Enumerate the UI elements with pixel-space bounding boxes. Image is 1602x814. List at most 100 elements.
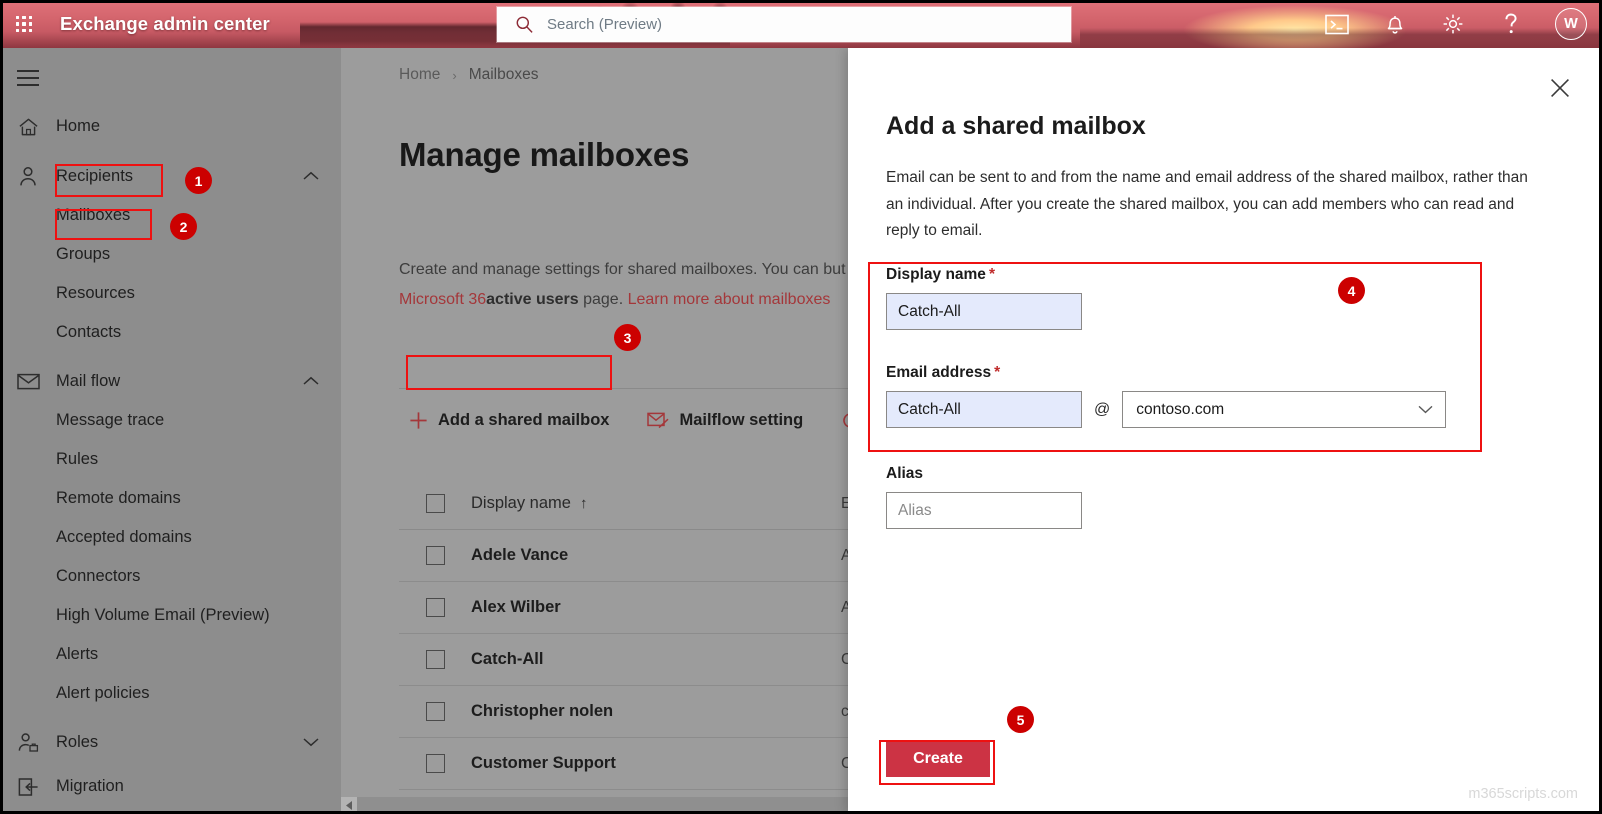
help-icon: [1505, 13, 1517, 34]
search-input[interactable]: [547, 16, 1027, 33]
select-all-checkbox[interactable]: [399, 494, 471, 513]
person-icon: [0, 166, 56, 187]
toolbar-label: Add a shared mailbox: [438, 410, 610, 429]
horizontal-scrollbar[interactable]: [341, 797, 848, 814]
user-menu-button[interactable]: W: [1540, 0, 1602, 48]
command-toolbar: Add a shared mailbox Mailflow setting: [399, 400, 917, 440]
sidebar-item-label: Remote domains: [56, 489, 181, 507]
envelope-icon: [0, 373, 56, 390]
display-name-input[interactable]: Catch-All: [886, 293, 1082, 330]
at-symbol: @: [1094, 400, 1111, 418]
panel-title: Add a shared mailbox: [886, 112, 1146, 140]
sidebar-item-roles[interactable]: Roles: [0, 723, 341, 762]
nav-toggle-button[interactable]: [0, 56, 56, 100]
alias-input[interactable]: Alias: [886, 492, 1082, 529]
checkbox-box: [425, 494, 445, 513]
suite-header-bar: Exchange admin center Search (Preview) W: [0, 0, 1602, 48]
sidebar-item-label: Migration: [56, 777, 124, 795]
sidebar-item-label: High Volume Email (Preview): [56, 606, 270, 624]
sidebar-item-label: Connectors: [56, 567, 141, 585]
row-checkbox[interactable]: [399, 650, 471, 669]
sidebar-item-remote-domains[interactable]: Remote domains: [0, 479, 341, 518]
sidebar-item-label: Roles: [56, 733, 99, 751]
sidebar-item-alert-policies[interactable]: Alert policies: [0, 674, 341, 713]
console-icon: [1325, 14, 1349, 34]
annotation-badge-5: 5: [1007, 706, 1034, 733]
desc-part-3: page.: [578, 291, 628, 308]
row-checkbox[interactable]: [399, 754, 471, 773]
sidebar-item-label: Mail flow: [56, 372, 121, 390]
help-button[interactable]: [1482, 0, 1540, 48]
create-button[interactable]: Create: [886, 740, 990, 777]
column-header-label: Display name: [471, 494, 571, 512]
mailflow-icon: [647, 411, 669, 429]
sidebar-item-label: Alerts: [56, 645, 99, 663]
learn-more-link[interactable]: Learn more about mailboxes: [628, 291, 831, 308]
checkbox-box: [425, 598, 445, 617]
notifications-button[interactable]: [1366, 0, 1424, 48]
plus-icon: [409, 411, 428, 430]
add-shared-mailbox-button[interactable]: Add a shared mailbox: [399, 401, 623, 439]
global-search[interactable]: [497, 7, 1071, 42]
sidebar-item-resources[interactable]: Resources: [0, 274, 341, 313]
console-button[interactable]: [1308, 0, 1366, 48]
sidebar-item-high-volume-email[interactable]: High Volume Email (Preview): [0, 596, 341, 635]
domain-dropdown[interactable]: contoso.com: [1122, 391, 1447, 428]
email-address-label: Email address *: [886, 364, 1446, 382]
sidebar-item-label: Accepted domains: [56, 528, 192, 546]
cell-display-name: Alex Wilber: [471, 598, 561, 616]
label-text: Display name: [886, 266, 986, 283]
row-checkbox[interactable]: [399, 702, 471, 721]
annotation-badge-3: 3: [614, 324, 641, 351]
scrollbar-thumb[interactable]: [357, 797, 848, 814]
chevron-up-icon[interactable]: [303, 168, 319, 186]
checkbox-box: [425, 650, 445, 669]
settings-button[interactable]: [1424, 0, 1482, 48]
add-shared-mailbox-panel: Add a shared mailbox Email can be sent t…: [848, 48, 1602, 814]
app-launcher-button[interactable]: [0, 0, 48, 48]
sidebar-item-migration[interactable]: Migration: [0, 767, 341, 806]
mailflow-setting-button[interactable]: Mailflow setting: [637, 401, 817, 439]
watermark: m365scripts.com: [1468, 786, 1578, 802]
hamburger-icon: [17, 70, 39, 85]
breadcrumb-separator: ›: [452, 67, 457, 83]
sidebar-item-connectors[interactable]: Connectors: [0, 557, 341, 596]
annotation-badge-2: 2: [170, 213, 197, 240]
chevron-up-icon[interactable]: [303, 373, 319, 391]
sidebar-item-contacts[interactable]: Contacts: [0, 313, 341, 352]
scroll-left-arrow-icon[interactable]: [341, 800, 357, 811]
sidebar-item-message-trace[interactable]: Message trace: [0, 401, 341, 440]
breadcrumb-current[interactable]: Mailboxes: [469, 66, 539, 84]
sidebar-item-home[interactable]: Home: [0, 107, 341, 146]
sidebar-item-recipients[interactable]: Recipients: [0, 157, 341, 196]
sidebar-item-accepted-domains[interactable]: Accepted domains: [0, 518, 341, 557]
desc-part-1: Create and manage settings for shared ma…: [399, 261, 824, 278]
chevron-down-icon[interactable]: [303, 734, 319, 752]
waffle-icon: [15, 15, 33, 33]
sidebar-item-label: Rules: [56, 450, 99, 468]
close-panel-button[interactable]: [1543, 71, 1577, 105]
email-local-part-input[interactable]: Catch-All: [886, 391, 1082, 428]
required-asterisk: *: [988, 266, 995, 283]
close-icon: [1551, 79, 1569, 97]
sidebar-item-alerts[interactable]: Alerts: [0, 635, 341, 674]
microsoft-365-link[interactable]: Microsoft 36: [399, 291, 486, 308]
column-header-display-name[interactable]: Display name ↑: [471, 494, 841, 513]
sidebar-item-label: Alert policies: [56, 684, 150, 702]
sidebar-item-rules[interactable]: Rules: [0, 440, 341, 479]
search-icon: [516, 16, 533, 33]
migration-icon: [0, 777, 56, 797]
row-checkbox[interactable]: [399, 546, 471, 565]
annotation-badge-4: 4: [1338, 277, 1365, 304]
breadcrumb-home[interactable]: Home: [399, 66, 440, 84]
cell-display-name: Catch-All: [471, 650, 544, 668]
checkbox-box: [425, 546, 445, 565]
sidebar-item-mail-flow[interactable]: Mail flow: [0, 362, 341, 401]
required-asterisk: *: [994, 364, 1001, 381]
display-name-field: Display name * Catch-All: [886, 266, 1082, 330]
sidebar-item-groups[interactable]: Groups: [0, 235, 341, 274]
email-address-field: Email address * Catch-All @ contoso.com: [886, 364, 1447, 428]
alias-field: Alias Alias: [886, 465, 1082, 529]
sidebar-item-label: Recipients: [56, 167, 134, 185]
row-checkbox[interactable]: [399, 598, 471, 617]
